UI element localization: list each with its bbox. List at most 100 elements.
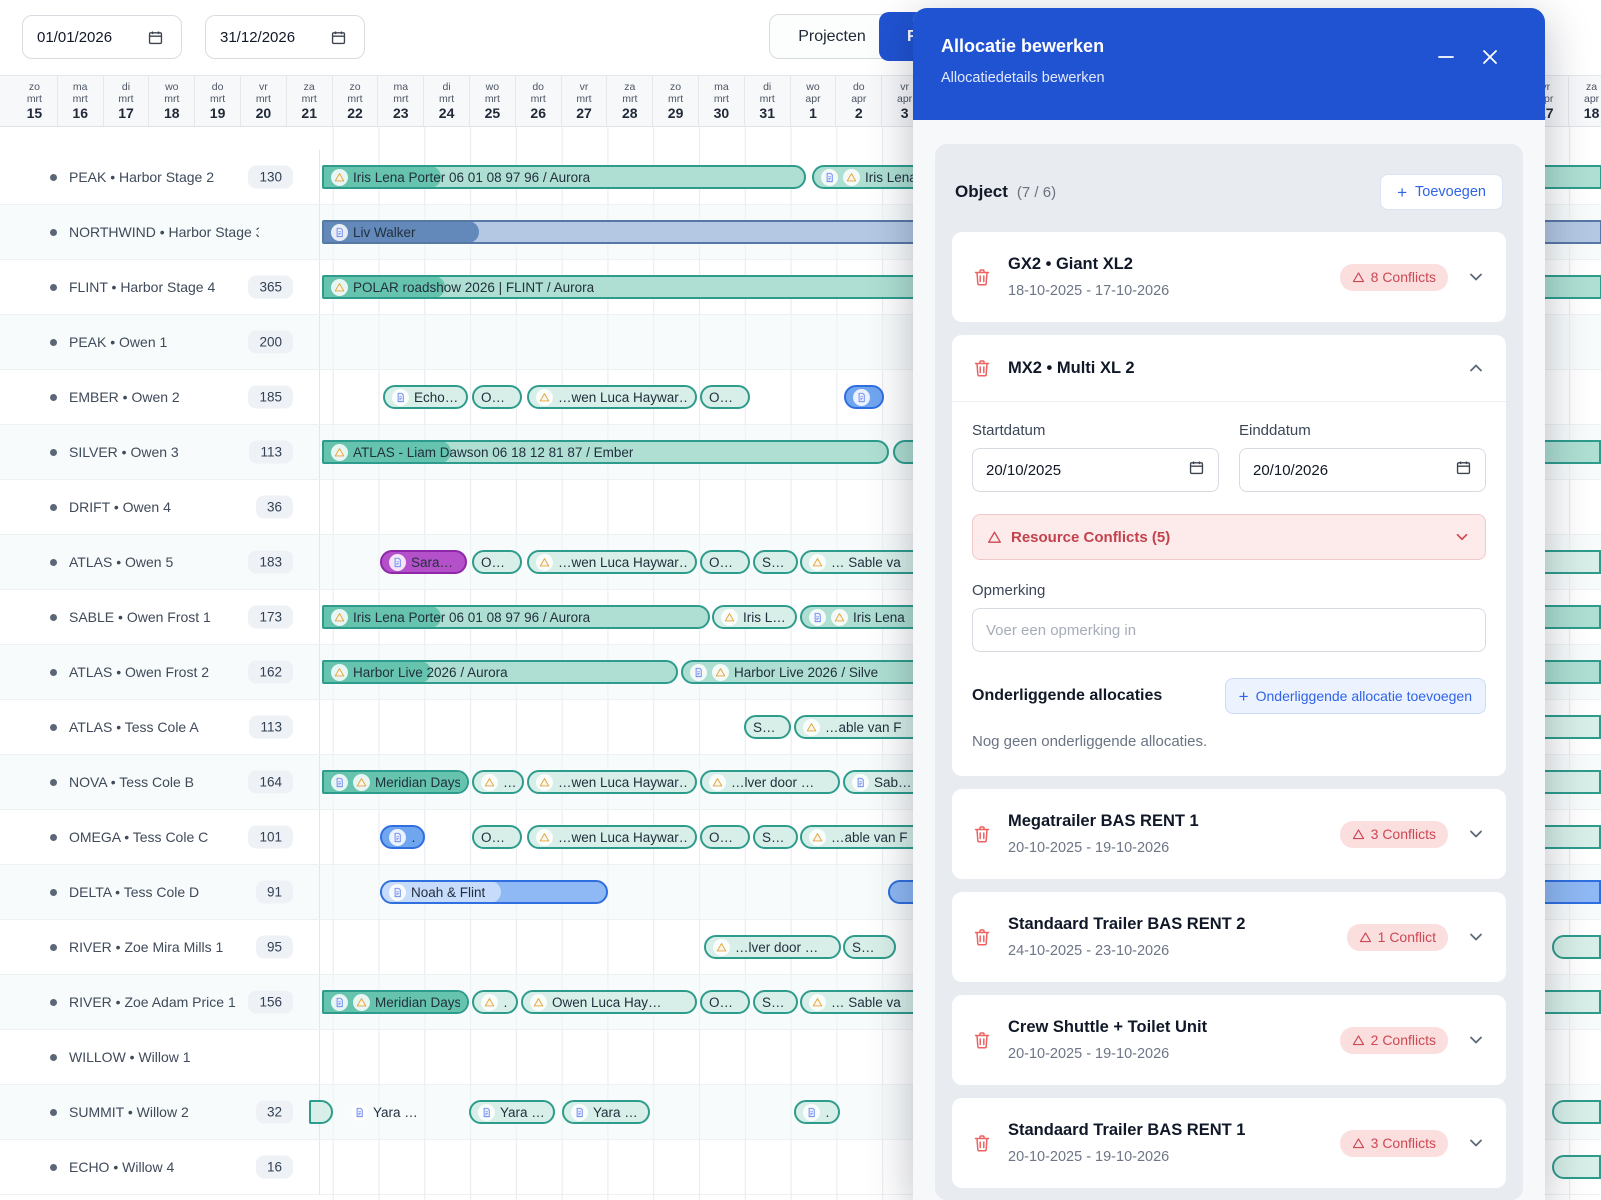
resource-row-5[interactable]: EMBER • Owen 2 185 (0, 370, 320, 424)
delete-object-icon[interactable] (972, 267, 992, 287)
allocation-label: O… (709, 554, 734, 570)
resource-row-14[interactable]: DELTA • Tess Cole D 91 (0, 865, 320, 919)
allocation-bar[interactable]: Harbor Live 2026 / Aurora (322, 660, 678, 684)
allocation-bar[interactable] (1552, 1155, 1601, 1179)
resource-row-2[interactable]: NORTHWIND • Harbor Stage 3 (0, 205, 320, 259)
chevron-down-icon[interactable] (1466, 1030, 1486, 1050)
allocation-bar[interactable] (1552, 935, 1601, 959)
delete-object-icon[interactable] (972, 1133, 992, 1153)
allocation-bar[interactable]: …lver door … (700, 770, 840, 794)
allocation-bar[interactable]: …wen Luca Haywar… (527, 550, 697, 574)
allocation-label: POLAR roadshow 2026 | FLINT / Aurora (353, 279, 595, 295)
allocation-bar[interactable]: Iris Lena Porter 06 01 08 97 96 / Aurora (322, 605, 710, 629)
comment-input[interactable] (972, 608, 1486, 652)
allocation-bar[interactable]: …lver door … (704, 935, 841, 959)
allocation-bar[interactable]: S… (843, 935, 896, 959)
resource-row-13[interactable]: OMEGA • Tess Cole C 101 (0, 810, 320, 864)
allocation-bar[interactable]: … (472, 990, 518, 1014)
resource-row-12[interactable]: NOVA • Tess Cole B 164 (0, 755, 320, 809)
allocation-bar[interactable]: Echo… (383, 385, 468, 409)
allocation-label: Echo… (414, 389, 459, 405)
document-icon (853, 388, 870, 406)
allocation-bar[interactable]: O… (472, 385, 522, 409)
chevron-down-icon[interactable] (1466, 927, 1486, 947)
allocation-bar[interactable]: …wen Luca Haywar… (527, 770, 697, 794)
delete-object-icon[interactable] (972, 358, 992, 378)
resource-name: OMEGA • Tess Cole C (69, 829, 209, 845)
end-date-value[interactable] (1253, 461, 1455, 479)
chevron-down-icon[interactable] (1466, 1133, 1486, 1153)
range-end-input[interactable] (205, 15, 365, 59)
resource-row-4[interactable]: PEAK • Owen 1 200 (0, 315, 320, 369)
resource-row-7[interactable]: DRIFT • Owen 4 36 (0, 480, 320, 534)
allocation-bar[interactable] (309, 1100, 333, 1124)
resource-row-3[interactable]: FLINT • Harbor Stage 4 365 (0, 260, 320, 314)
allocation-bar[interactable]: Yara … (562, 1100, 650, 1124)
allocation-label: Iris Lena Porter 06 01 08 97 96 / Aurora (353, 609, 591, 625)
allocation-bar[interactable]: O… (472, 550, 522, 574)
start-date-value[interactable] (986, 461, 1188, 479)
allocation-bar[interactable]: O… (700, 990, 750, 1014)
allocation-bar[interactable]: S… (753, 825, 798, 849)
allocation-bar[interactable]: O… (700, 825, 750, 849)
allocation-bar[interactable]: O… (700, 385, 750, 409)
resource-row-8[interactable]: ATLAS • Owen 5 183 (0, 535, 320, 589)
projects-button[interactable]: Projecten (769, 14, 895, 59)
allocation-bar[interactable]: Sara… (380, 550, 467, 574)
resource-row-9[interactable]: SABLE • Owen Frost 1 173 (0, 590, 320, 644)
resource-row-6[interactable]: SILVER • Owen 3 113 (0, 425, 320, 479)
allocation-bar[interactable]: Meridian Days (322, 770, 469, 794)
chevron-down-icon[interactable] (1466, 824, 1486, 844)
object-title: Crew Shuttle + Toilet Unit (1008, 1018, 1208, 1036)
allocation-bar[interactable]: S… (753, 990, 798, 1014)
allocation-bar[interactable]: Iris Lena Porter 06 01 08 97 96 / Aurora (322, 165, 806, 189)
add-sub-allocation-button[interactable]: + Onderliggende allocatie toevoegen (1224, 678, 1486, 714)
delete-object-icon[interactable] (972, 1030, 992, 1050)
allocation-bar[interactable]: Yara … (342, 1100, 426, 1124)
allocation-bar[interactable]: ATLAS - Liam Dawson 06 18 12 81 87 / Emb… (322, 440, 889, 464)
allocation-bar[interactable]: O… (472, 825, 522, 849)
allocation-bar[interactable]: … (794, 1100, 840, 1124)
add-object-button[interactable]: + Toevoegen (1380, 174, 1503, 210)
allocation-bar[interactable]: …wen Luca Haywar… (527, 385, 697, 409)
allocation-label: …able van F (831, 829, 908, 845)
start-date-input[interactable] (972, 448, 1219, 492)
resource-row-17[interactable]: WILLOW • Willow 1 (0, 1030, 320, 1084)
resource-dot-icon (50, 1163, 57, 1171)
resource-row-11[interactable]: ATLAS • Tess Cole A 113 (0, 700, 320, 754)
chevron-up-icon[interactable] (1466, 358, 1486, 378)
allocation-bar[interactable] (1552, 1100, 1601, 1124)
warning-icon (712, 663, 729, 681)
allocation-bar[interactable]: Noah & Flint (380, 880, 608, 904)
allocation-bar[interactable]: S… (753, 550, 798, 574)
range-start-value[interactable] (37, 28, 137, 46)
allocation-bar[interactable]: S… (744, 715, 791, 739)
resource-row-1[interactable]: PEAK • Harbor Stage 2 130 (0, 150, 320, 204)
close-icon[interactable] (1479, 46, 1501, 68)
minimize-icon[interactable] (1435, 46, 1457, 68)
resource-row-18[interactable]: SUMMIT • Willow 2 32 (0, 1085, 320, 1139)
delete-object-icon[interactable] (972, 824, 992, 844)
resource-row-16[interactable]: RIVER • Zoe Adam Price 1 156 (0, 975, 320, 1029)
resource-row-19[interactable]: ECHO • Willow 4 16 (0, 1140, 320, 1194)
end-date-input[interactable] (1239, 448, 1486, 492)
resource-row-10[interactable]: ATLAS • Owen Frost 2 162 (0, 645, 320, 699)
allocation-bar[interactable]: … (380, 825, 425, 849)
allocation-bar[interactable]: …wen Luca Haywar… (527, 825, 697, 849)
allocation-bar[interactable]: Meridian Days (322, 990, 469, 1014)
delete-object-icon[interactable] (972, 927, 992, 947)
allocation-bar[interactable]: … (472, 770, 524, 794)
resource-conflicts-alert[interactable]: Resource Conflicts (5) (972, 514, 1486, 560)
allocation-bar[interactable]: Owen Luca Hay… (521, 990, 697, 1014)
allocation-bar[interactable]: … (844, 385, 884, 409)
range-end-value[interactable] (220, 28, 320, 46)
allocation-bar[interactable]: Yara … (469, 1100, 555, 1124)
comment-field[interactable] (986, 621, 1472, 639)
range-start-input[interactable] (22, 15, 182, 59)
allocation-bar[interactable]: O… (700, 550, 750, 574)
chevron-down-icon[interactable] (1466, 267, 1486, 287)
allocation-bar[interactable]: Iris L… (712, 605, 797, 629)
resource-dot-icon (50, 888, 57, 896)
chevron-down-icon[interactable] (1453, 528, 1471, 546)
resource-row-15[interactable]: RIVER • Zoe Mira Mills 1 95 (0, 920, 320, 974)
